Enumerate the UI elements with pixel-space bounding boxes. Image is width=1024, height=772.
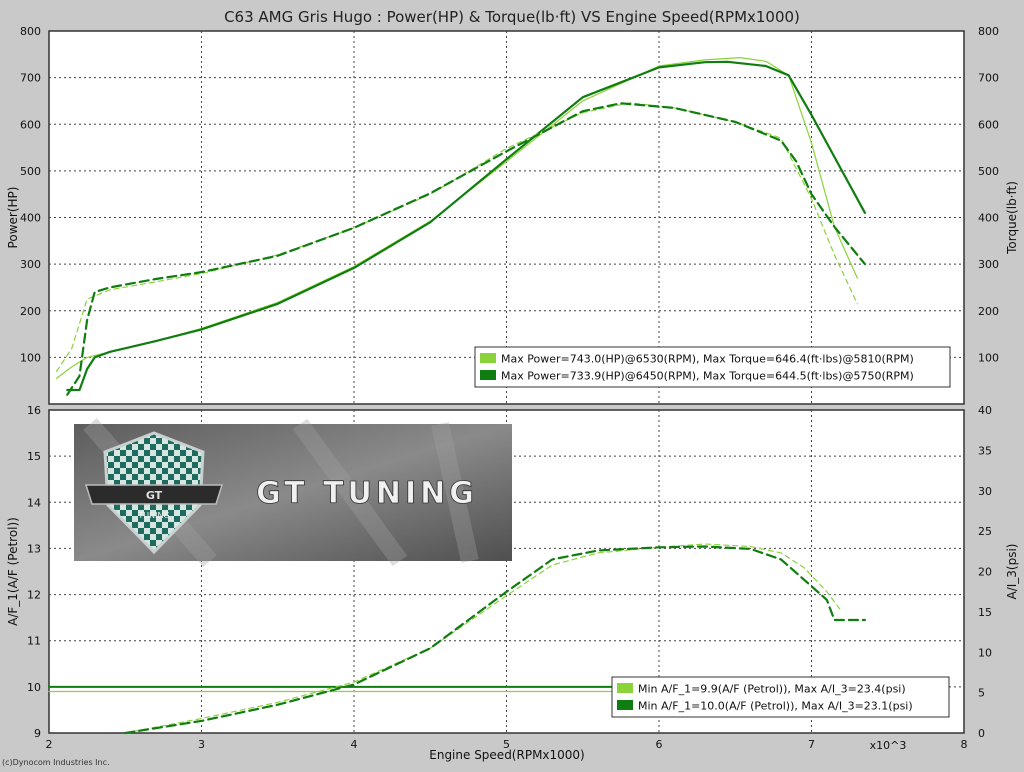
afr-y-right-tick-label: 30 [978, 485, 992, 498]
pt-y-tick-label: 800 [20, 25, 41, 38]
x-tick-label: 8 [961, 738, 968, 751]
pt-y-tick-label: 600 [20, 118, 41, 131]
afr-y-tick-label: 10 [27, 681, 41, 694]
afr-y-right-axis-title: A/I_3(psi) [1005, 544, 1019, 600]
pt-y-right-axis-title: Torque(lb·ft) [1005, 181, 1019, 255]
afr-y-tick-label: 9 [34, 727, 41, 740]
x-tick-label: 4 [351, 738, 358, 751]
afr-legend-swatch [617, 700, 633, 710]
pt-legend-swatch [480, 353, 496, 363]
pt-y-tick-label: 400 [20, 212, 41, 225]
afr-y-right-tick-label: 35 [978, 444, 992, 457]
pt-y-right-tick-label: 800 [978, 25, 999, 38]
afr-y-right-tick-label: 20 [978, 566, 992, 579]
afr-y-tick-label: 16 [27, 404, 41, 417]
pt-y-right-tick-label: 300 [978, 258, 999, 271]
afr-y-tick-label: 11 [27, 635, 41, 648]
x-tick-label: 7 [808, 738, 815, 751]
afr-y-right-tick-label: 40 [978, 404, 992, 417]
afr-y-tick-label: 13 [27, 542, 41, 555]
pt-y-right-tick-label: 500 [978, 165, 999, 178]
afr-y-tick-label: 15 [27, 450, 41, 463]
x-axis-label: Engine Speed(RPMx1000) [429, 748, 585, 762]
logo-wordmark: GT TUNING [256, 476, 478, 511]
afr-y-right-tick-label: 25 [978, 525, 992, 538]
badge-text: GT [146, 489, 163, 502]
x-tick-label: 2 [46, 738, 53, 751]
afr-legend-swatch [617, 683, 633, 693]
dyno-chart-window: C63 AMG Gris Hugo : Power(HP) & Torque(l… [0, 0, 1024, 768]
afr-legend-entry: Min A/F_1=10.0(A/F (Petrol)), Max A/I_3=… [638, 700, 913, 713]
afr-y-right-tick-label: 5 [978, 687, 985, 700]
pt-legend-entry: Max Power=733.9(HP)@6450(RPM), Max Torqu… [501, 370, 914, 383]
x-tick-label: 6 [656, 738, 663, 751]
afr-y-tick-label: 12 [27, 589, 41, 602]
pt-y-right-tick-label: 200 [978, 305, 999, 318]
afr-y-right-tick-label: 0 [978, 727, 985, 740]
dyno-chart-svg: C63 AMG Gris Hugo : Power(HP) & Torque(l… [2, 8, 1019, 767]
footer-copyright: (c)Dynocom Industries Inc. [2, 758, 110, 767]
pt-y-tick-label: 200 [20, 305, 41, 318]
pt-y-tick-label: 300 [20, 258, 41, 271]
pt-y-right-tick-label: 700 [978, 72, 999, 85]
afr-y-tick-label: 14 [27, 496, 41, 509]
afr-y-right-tick-label: 15 [978, 606, 992, 619]
afr-y-right-tick-label: 10 [978, 646, 992, 659]
chart-title: C63 AMG Gris Hugo : Power(HP) & Torque(l… [224, 8, 800, 26]
afr-legend-entry: Min A/F_1=9.9(A/F (Petrol)), Max A/I_3=2… [638, 683, 906, 696]
pt-legend-entry: Max Power=743.0(HP)@6530(RPM), Max Torqu… [501, 353, 914, 366]
pt-y-axis-title: Power(HP) [6, 187, 20, 249]
pt-y-tick-label: 500 [20, 165, 41, 178]
afr-y-axis-title: A/F_1(A/F (Petrol)) [6, 517, 20, 626]
pt-y-tick-label: 100 [20, 351, 41, 364]
x-tick-label: 3 [198, 738, 205, 751]
pt-y-right-tick-label: 600 [978, 118, 999, 131]
pt-legend-swatch [480, 370, 496, 380]
pt-y-right-tick-label: 100 [978, 351, 999, 364]
pt-y-tick-label: 700 [20, 72, 41, 85]
gt-tuning-logo: GT TUNING GT TUNING [74, 418, 512, 567]
x-axis-unit: x10^3 [870, 739, 907, 752]
pt-y-right-tick-label: 400 [978, 212, 999, 225]
badge-subtext: TUNING [137, 511, 169, 520]
